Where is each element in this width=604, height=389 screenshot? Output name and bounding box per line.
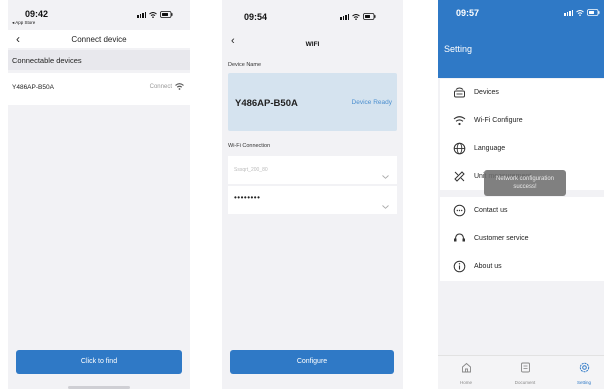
device-list-item[interactable]: Y486AP-B50A Connect <box>8 73 190 105</box>
status-time: 09:57 <box>456 8 480 18</box>
chevron-down-icon <box>382 196 389 214</box>
wifi-icon <box>175 83 184 90</box>
nav-bar: ‹ WIFI <box>222 30 403 56</box>
device-name: Y486AP-B50A <box>12 84 54 91</box>
page-title: WIFI <box>305 41 320 48</box>
globe-icon <box>453 142 466 155</box>
menu-item-label: About us <box>474 263 502 270</box>
tab-label: Setting <box>576 380 591 385</box>
wifi-status-icon <box>352 13 360 20</box>
device-card: Y486AP-B50A Device Ready <box>228 73 397 131</box>
header: 09:57 Setting <box>438 0 604 78</box>
configure-button[interactable]: Configure <box>230 350 394 374</box>
click-to-find-button[interactable]: Click to find <box>16 350 182 374</box>
setting-screen: 09:57 Setting Devices Wi-Fi Configure La… <box>438 0 604 389</box>
battery-icon <box>363 13 376 20</box>
connect-device-screen: 09:42 ◂ App Store ‹ Connect device Conne… <box>8 0 190 389</box>
status-bar: 09:57 <box>438 0 604 30</box>
success-toast: Network configuration success! <box>484 170 566 196</box>
status-icons <box>564 9 600 16</box>
battery-icon <box>587 9 600 16</box>
status-time: 09:54 <box>244 12 268 22</box>
signal-icon <box>340 13 349 20</box>
status-icons <box>137 11 173 18</box>
menu-item-label: Language <box>474 145 506 152</box>
tab-home[interactable]: Home <box>446 360 486 385</box>
status-bar: 09:42 ◂ App Store <box>8 0 190 30</box>
menu-item-label: Customer service <box>474 235 529 242</box>
menu-item-wifi-configure[interactable]: Wi-Fi Configure <box>440 107 604 135</box>
wifi-icon <box>453 114 466 127</box>
back-to-app-store[interactable]: ◂ App Store <box>12 20 35 26</box>
menu-item-about-us[interactable]: About us <box>440 253 604 281</box>
menu-item-customer-service[interactable]: Customer service <box>440 225 604 253</box>
headset-icon <box>453 232 466 245</box>
tab-bar: Home Document Setting <box>438 355 604 389</box>
page-title: Connect device <box>71 35 127 44</box>
nav-bar: ‹ Connect device <box>8 30 190 48</box>
router-icon <box>453 86 466 99</box>
connect-link[interactable]: Connect <box>150 84 172 90</box>
info-icon <box>453 260 466 273</box>
signal-icon <box>564 9 573 16</box>
ssid-select[interactable]: Sssqrt_200_80 <box>228 156 397 184</box>
document-icon <box>520 360 531 377</box>
status-bar: 09:54 <box>222 0 403 30</box>
section-header: Connectable devices <box>8 50 190 70</box>
device-status: Device Ready <box>351 99 392 106</box>
gear-icon <box>579 360 590 377</box>
home-icon <box>461 360 472 377</box>
ruler-icon <box>453 170 466 183</box>
tab-document[interactable]: Document <box>505 360 545 385</box>
status-time: 09:42 <box>25 9 49 19</box>
menu-item-label: Wi-Fi Configure <box>474 117 523 124</box>
device-name: Y486AP-B50A <box>235 98 298 109</box>
menu-item-label: Contact us <box>474 207 508 214</box>
tab-label: Document <box>514 380 536 385</box>
wifi-connection-label: Wi-Fi Connection <box>228 143 271 149</box>
tab-setting[interactable]: Setting <box>564 360 604 385</box>
device-name-label: Device Name <box>228 62 262 68</box>
support-menu: Contact us Customer service About us <box>440 197 604 281</box>
ssid-value: Sssqrt_200_80 <box>234 167 268 173</box>
battery-icon <box>160 11 173 18</box>
menu-item-label: Devices <box>474 89 499 96</box>
page-title: Setting <box>444 44 473 54</box>
chevron-down-icon <box>382 166 389 184</box>
chat-icon <box>453 204 466 217</box>
signal-icon <box>137 11 146 18</box>
wifi-screen: 09:54 ‹ WIFI Device Name Y486AP-B50A Dev… <box>222 0 403 389</box>
menu-item-devices[interactable]: Devices <box>440 79 604 107</box>
status-icons <box>340 13 376 20</box>
tab-label: Home <box>459 380 472 385</box>
password-field[interactable]: •••••••• <box>228 186 397 214</box>
password-value: •••••••• <box>234 193 261 202</box>
menu-item-language[interactable]: Language <box>440 135 604 163</box>
wifi-status-icon <box>149 11 157 18</box>
menu-item-contact-us[interactable]: Contact us <box>440 197 604 225</box>
wifi-status-icon <box>576 9 584 16</box>
